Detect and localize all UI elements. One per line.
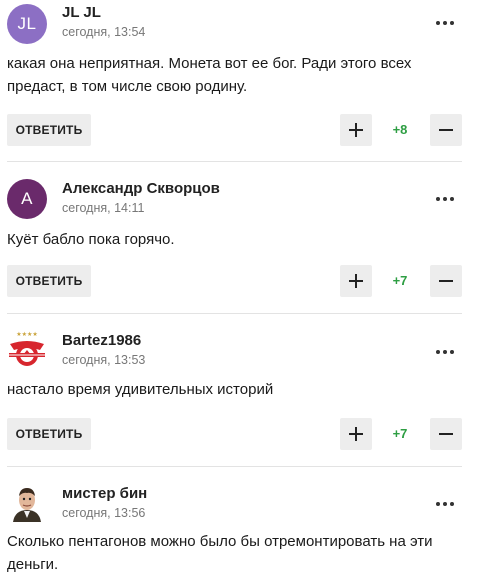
- avatar[interactable]: [7, 482, 47, 522]
- avatar-initials: JL: [17, 14, 37, 33]
- upvote-plus-icon[interactable]: [340, 265, 372, 297]
- downvote-minus-icon[interactable]: [430, 114, 462, 146]
- comment-divider: [7, 466, 462, 467]
- spartak-club-logo-icon: ★★★★: [9, 331, 45, 366]
- upvote-plus-icon[interactable]: [340, 114, 372, 146]
- user-photo-icon: [7, 482, 47, 522]
- comment-divider: [7, 161, 462, 162]
- avatar[interactable]: А: [7, 179, 47, 219]
- comment-author[interactable]: Bartez1986: [62, 332, 141, 349]
- reply-button[interactable]: ОТВЕТИТЬ: [7, 265, 91, 297]
- downvote-minus-icon[interactable]: [430, 418, 462, 450]
- comment-author[interactable]: Александр Скворцов: [62, 180, 220, 197]
- avatar[interactable]: ★★★★: [7, 330, 47, 370]
- comment-timestamp: сегодня, 13:54: [62, 25, 146, 39]
- comment-text: настало время удивительных историй: [7, 381, 274, 398]
- vote-score: +8: [392, 122, 408, 137]
- comment-timestamp: сегодня, 14:11: [62, 201, 145, 215]
- more-options-icon[interactable]: [430, 495, 460, 513]
- comment-text: какая она неприятная. Монета вот ее бог.…: [7, 55, 412, 95]
- comment-divider: [7, 313, 462, 314]
- comment-author[interactable]: JL JL: [62, 4, 101, 21]
- vote-score: +7: [392, 426, 408, 441]
- comment-text: Сколько пентагонов можно было бы отремон…: [7, 533, 433, 573]
- vote-score: +7: [392, 273, 408, 288]
- upvote-plus-icon[interactable]: [340, 418, 372, 450]
- reply-button[interactable]: ОТВЕТИТЬ: [7, 114, 91, 146]
- more-options-icon[interactable]: [430, 190, 460, 208]
- avatar-initials: А: [21, 189, 33, 208]
- reply-button[interactable]: ОТВЕТИТЬ: [7, 418, 91, 450]
- more-options-icon[interactable]: [430, 14, 460, 32]
- avatar[interactable]: JL: [7, 4, 47, 44]
- comment-text: Куёт бабло пока горячо.: [7, 231, 175, 248]
- downvote-minus-icon[interactable]: [430, 265, 462, 297]
- comment-timestamp: сегодня, 13:53: [62, 353, 146, 367]
- comment-author[interactable]: мистер бин: [62, 485, 147, 502]
- more-options-icon[interactable]: [430, 343, 460, 361]
- comment-timestamp: сегодня, 13:56: [62, 506, 146, 520]
- svg-text:★★★★: ★★★★: [16, 331, 38, 338]
